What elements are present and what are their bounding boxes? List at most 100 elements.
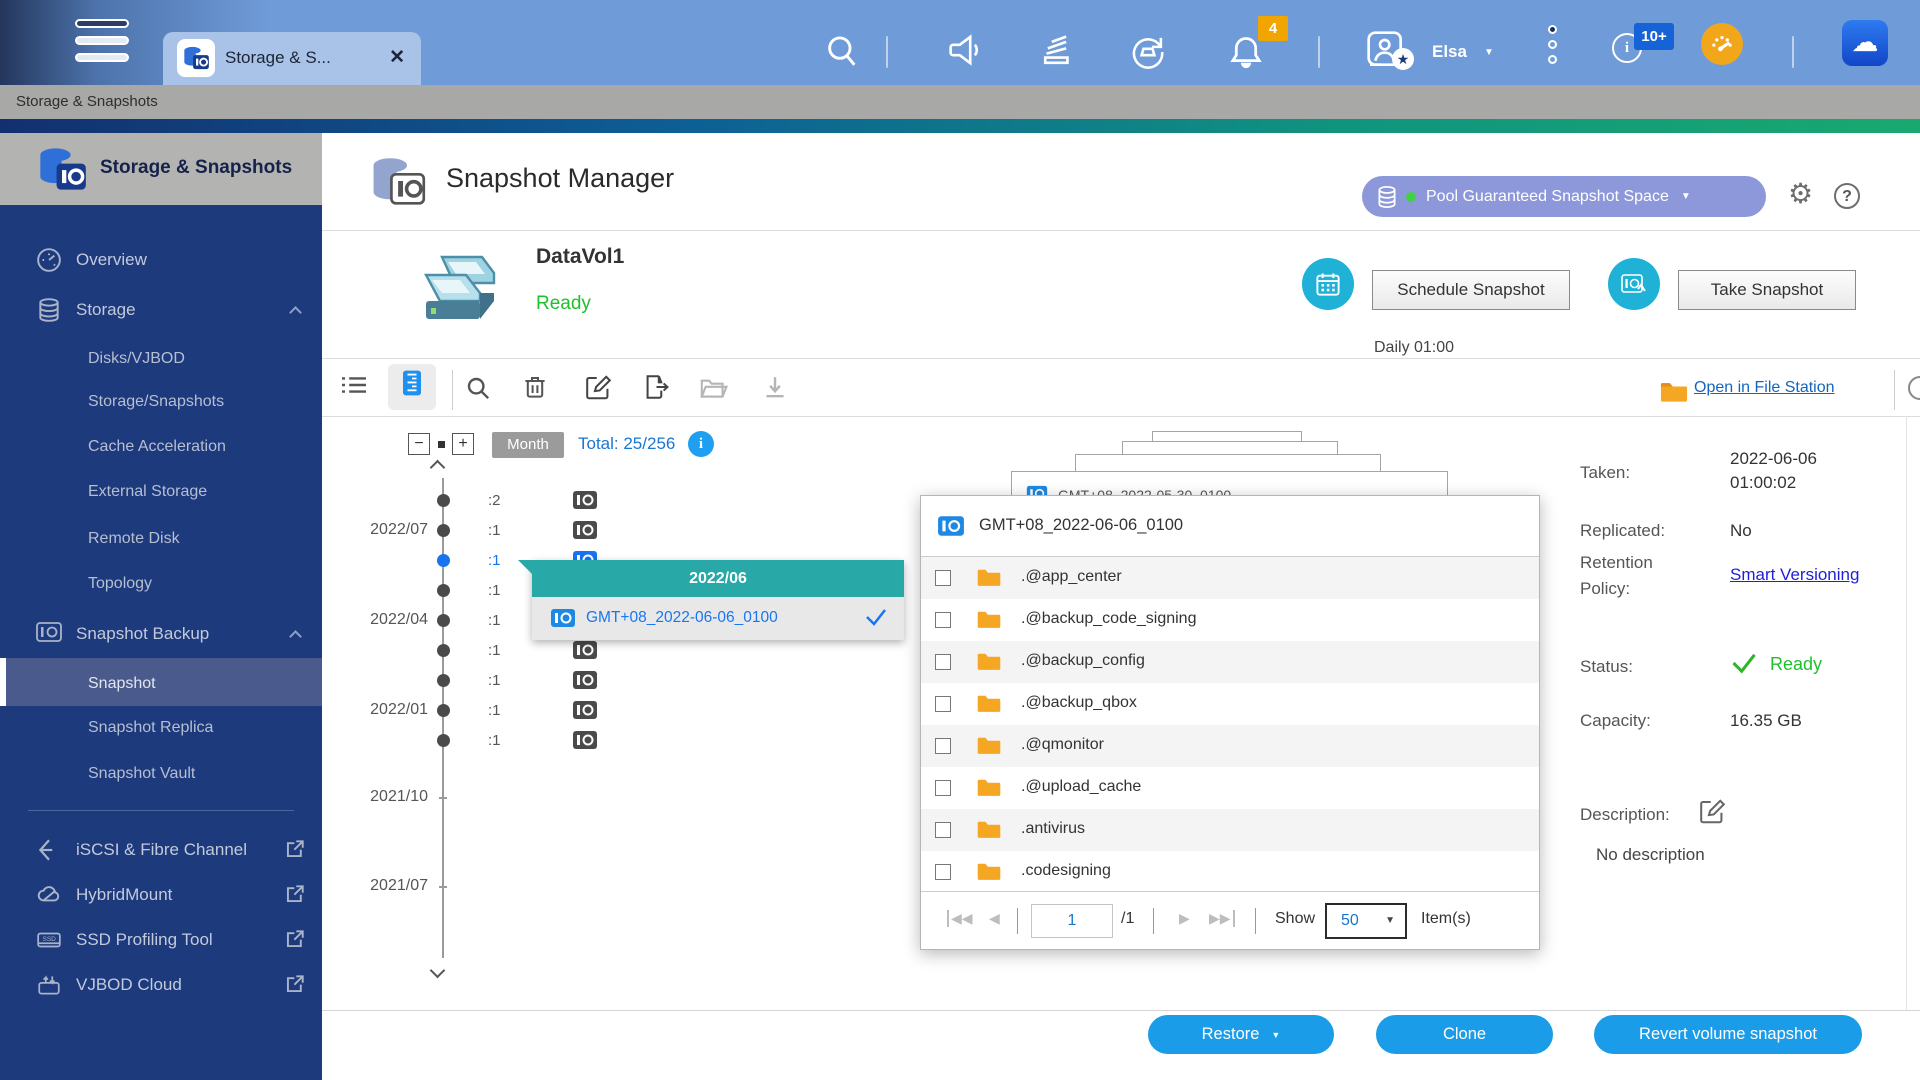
popup-header: GMT+08_2022-06-06_0100 xyxy=(921,496,1539,557)
checkbox[interactable] xyxy=(935,738,951,754)
refresh-icon-partial[interactable] xyxy=(1908,376,1920,400)
resource-monitor-icon[interactable] xyxy=(1701,23,1743,65)
sidebar-item-ssd-profiling-tool[interactable]: SSD SSD Profiling Tool xyxy=(0,920,322,960)
folder-row[interactable]: .@backup_config xyxy=(921,641,1539,683)
folder-icon xyxy=(977,610,1001,629)
timeline-entry[interactable]: 2022/01 :1 xyxy=(340,700,540,722)
user-name[interactable]: Elsa xyxy=(1432,42,1467,62)
retention-label: Policy: xyxy=(1580,579,1630,599)
announcement-icon[interactable] xyxy=(948,34,982,66)
sidebar-item-snapshot[interactable]: Snapshot xyxy=(0,665,322,705)
sidebar-item-external-storage[interactable]: External Storage xyxy=(0,473,322,513)
revert-volume-snapshot-button[interactable]: Revert volume snapshot xyxy=(1594,1015,1862,1054)
search-icon[interactable] xyxy=(466,376,490,400)
clone-button[interactable]: Clone xyxy=(1376,1015,1553,1054)
checkbox[interactable] xyxy=(935,822,951,838)
taken-value: 2022-06-06 xyxy=(1730,449,1817,469)
capacity-label: Capacity: xyxy=(1580,711,1651,731)
checkbox[interactable] xyxy=(935,612,951,628)
sync-icon[interactable] xyxy=(1130,34,1166,70)
timeline-dot xyxy=(437,734,450,747)
folder-row[interactable]: .antivirus xyxy=(921,809,1539,851)
edit-description-icon[interactable] xyxy=(1700,799,1725,824)
sidebar-item-remote-disk[interactable]: Remote Disk xyxy=(0,520,322,560)
myqnapcloud-icon[interactable]: ☁ xyxy=(1842,20,1888,66)
timeline-date-label: 2021/10 xyxy=(340,788,428,806)
folder-row[interactable]: .codesigning xyxy=(921,851,1539,893)
timeline-scroll-down[interactable] xyxy=(430,965,446,981)
zoom-out-button[interactable]: − xyxy=(408,433,430,455)
sidebar-item-topology[interactable]: Topology xyxy=(0,565,322,605)
schedule-detail: Daily 01:00 xyxy=(1374,339,1454,357)
checkbox[interactable] xyxy=(935,780,951,796)
gauge-icon xyxy=(36,247,62,273)
app-tab-storage-snapshots[interactable]: Storage & S... ✕ xyxy=(163,32,421,85)
sidebar-item-snapshot-backup[interactable]: Snapshot Backup xyxy=(0,614,322,654)
timeline-entry[interactable]: :1 xyxy=(340,730,540,752)
folder-row[interactable]: .@qmonitor xyxy=(921,725,1539,767)
checkbox[interactable] xyxy=(935,864,951,880)
folder-row[interactable]: .@upload_cache xyxy=(921,767,1539,809)
info-icon[interactable]: i xyxy=(688,431,714,457)
sidebar-item-vjbod-cloud[interactable]: VJBOD Cloud xyxy=(0,965,322,1005)
next-page-icon[interactable]: ▶ xyxy=(1179,910,1190,927)
folder-row[interactable]: .@backup_qbox xyxy=(921,683,1539,725)
schedule-snapshot-button[interactable]: Schedule Snapshot xyxy=(1372,270,1570,310)
folder-row[interactable]: .@backup_code_signing xyxy=(921,599,1539,641)
list-view-icon[interactable] xyxy=(342,375,366,395)
timeline-entry[interactable]: 2022/07 :1 xyxy=(340,520,540,542)
sidebar-item-hybridmount[interactable]: HybridMount xyxy=(0,875,322,915)
page-size-select[interactable]: 50 ▼ xyxy=(1325,903,1407,939)
download-icon[interactable] xyxy=(764,376,786,398)
sidebar-item-cache-acceleration[interactable]: Cache Acceleration xyxy=(0,428,322,468)
export-icon[interactable] xyxy=(644,375,669,399)
pagination-divider xyxy=(1255,908,1256,934)
last-page-icon[interactable]: ▶▶ xyxy=(1209,910,1235,927)
checkbox[interactable] xyxy=(935,654,951,670)
calendar-icon[interactable] xyxy=(1302,258,1354,310)
timeline-entry[interactable]: :1 xyxy=(340,580,540,602)
delete-icon[interactable] xyxy=(524,375,546,399)
sidebar-item-storage[interactable]: Storage xyxy=(0,290,322,330)
smart-versioning-link[interactable]: Smart Versioning xyxy=(1730,565,1859,585)
snapshot-camera-icon xyxy=(937,515,965,537)
restore-button[interactable]: Restore ▼ xyxy=(1148,1015,1334,1054)
timeline-view-icon[interactable] xyxy=(403,370,421,396)
gear-icon[interactable]: ⚙ xyxy=(1788,177,1813,210)
edit-icon[interactable] xyxy=(586,375,611,400)
take-snapshot-icon[interactable] xyxy=(1608,258,1660,310)
sidebar-item-iscsi-fibre-channel[interactable]: iSCSI & Fibre Channel xyxy=(0,830,322,870)
open-folder-icon[interactable] xyxy=(700,377,728,399)
page-number-input[interactable] xyxy=(1031,904,1113,938)
sidebar-item-disks-vjbod[interactable]: Disks/VJBOD xyxy=(0,340,322,380)
timeline-entry-selected[interactable]: :1 xyxy=(340,550,540,572)
checkbox[interactable] xyxy=(935,696,951,712)
ssd-icon: SSD xyxy=(36,927,62,953)
timeline-dot xyxy=(437,614,450,627)
folder-icon xyxy=(977,820,1001,839)
sidebar-item-snapshot-vault[interactable]: Snapshot Vault xyxy=(0,755,322,795)
timeline-entry[interactable]: :1 xyxy=(340,670,540,692)
sidebar-item-overview[interactable]: Overview xyxy=(0,240,322,280)
sidebar-item-snapshot-replica[interactable]: Snapshot Replica xyxy=(0,709,322,749)
tab-close-icon[interactable]: ✕ xyxy=(389,46,405,69)
storage-app-icon xyxy=(177,39,215,77)
help-icon[interactable]: ? xyxy=(1834,183,1860,209)
prev-page-icon[interactable]: ◀ xyxy=(989,910,1000,927)
toolbar-divider xyxy=(452,370,453,410)
timeline-entry[interactable]: :1 xyxy=(340,640,540,662)
first-page-icon[interactable]: ◀◀ xyxy=(947,910,973,927)
open-in-file-station-link[interactable]: Open in File Station xyxy=(1694,379,1835,397)
folder-row[interactable]: .@app_center xyxy=(921,557,1539,599)
background-tasks-icon[interactable] xyxy=(1040,34,1074,68)
search-icon[interactable] xyxy=(826,34,858,68)
sidebar-item-storage-snapshots[interactable]: Storage/Snapshots xyxy=(0,383,322,423)
checkbox[interactable] xyxy=(935,570,951,586)
take-snapshot-button[interactable]: Take Snapshot xyxy=(1678,270,1856,310)
pool-guaranteed-space-button[interactable]: Pool Guaranteed Snapshot Space ▼ xyxy=(1362,176,1766,217)
tooltip-snapshot-row[interactable]: GMT+08_2022-06-06_0100 xyxy=(532,597,904,640)
timeline-entry[interactable]: 2022/04 :1 xyxy=(340,610,540,632)
zoom-in-button[interactable]: + xyxy=(452,433,474,455)
timeline-scroll-up[interactable] xyxy=(430,458,446,474)
timeline-entry[interactable]: :2 xyxy=(340,490,540,512)
